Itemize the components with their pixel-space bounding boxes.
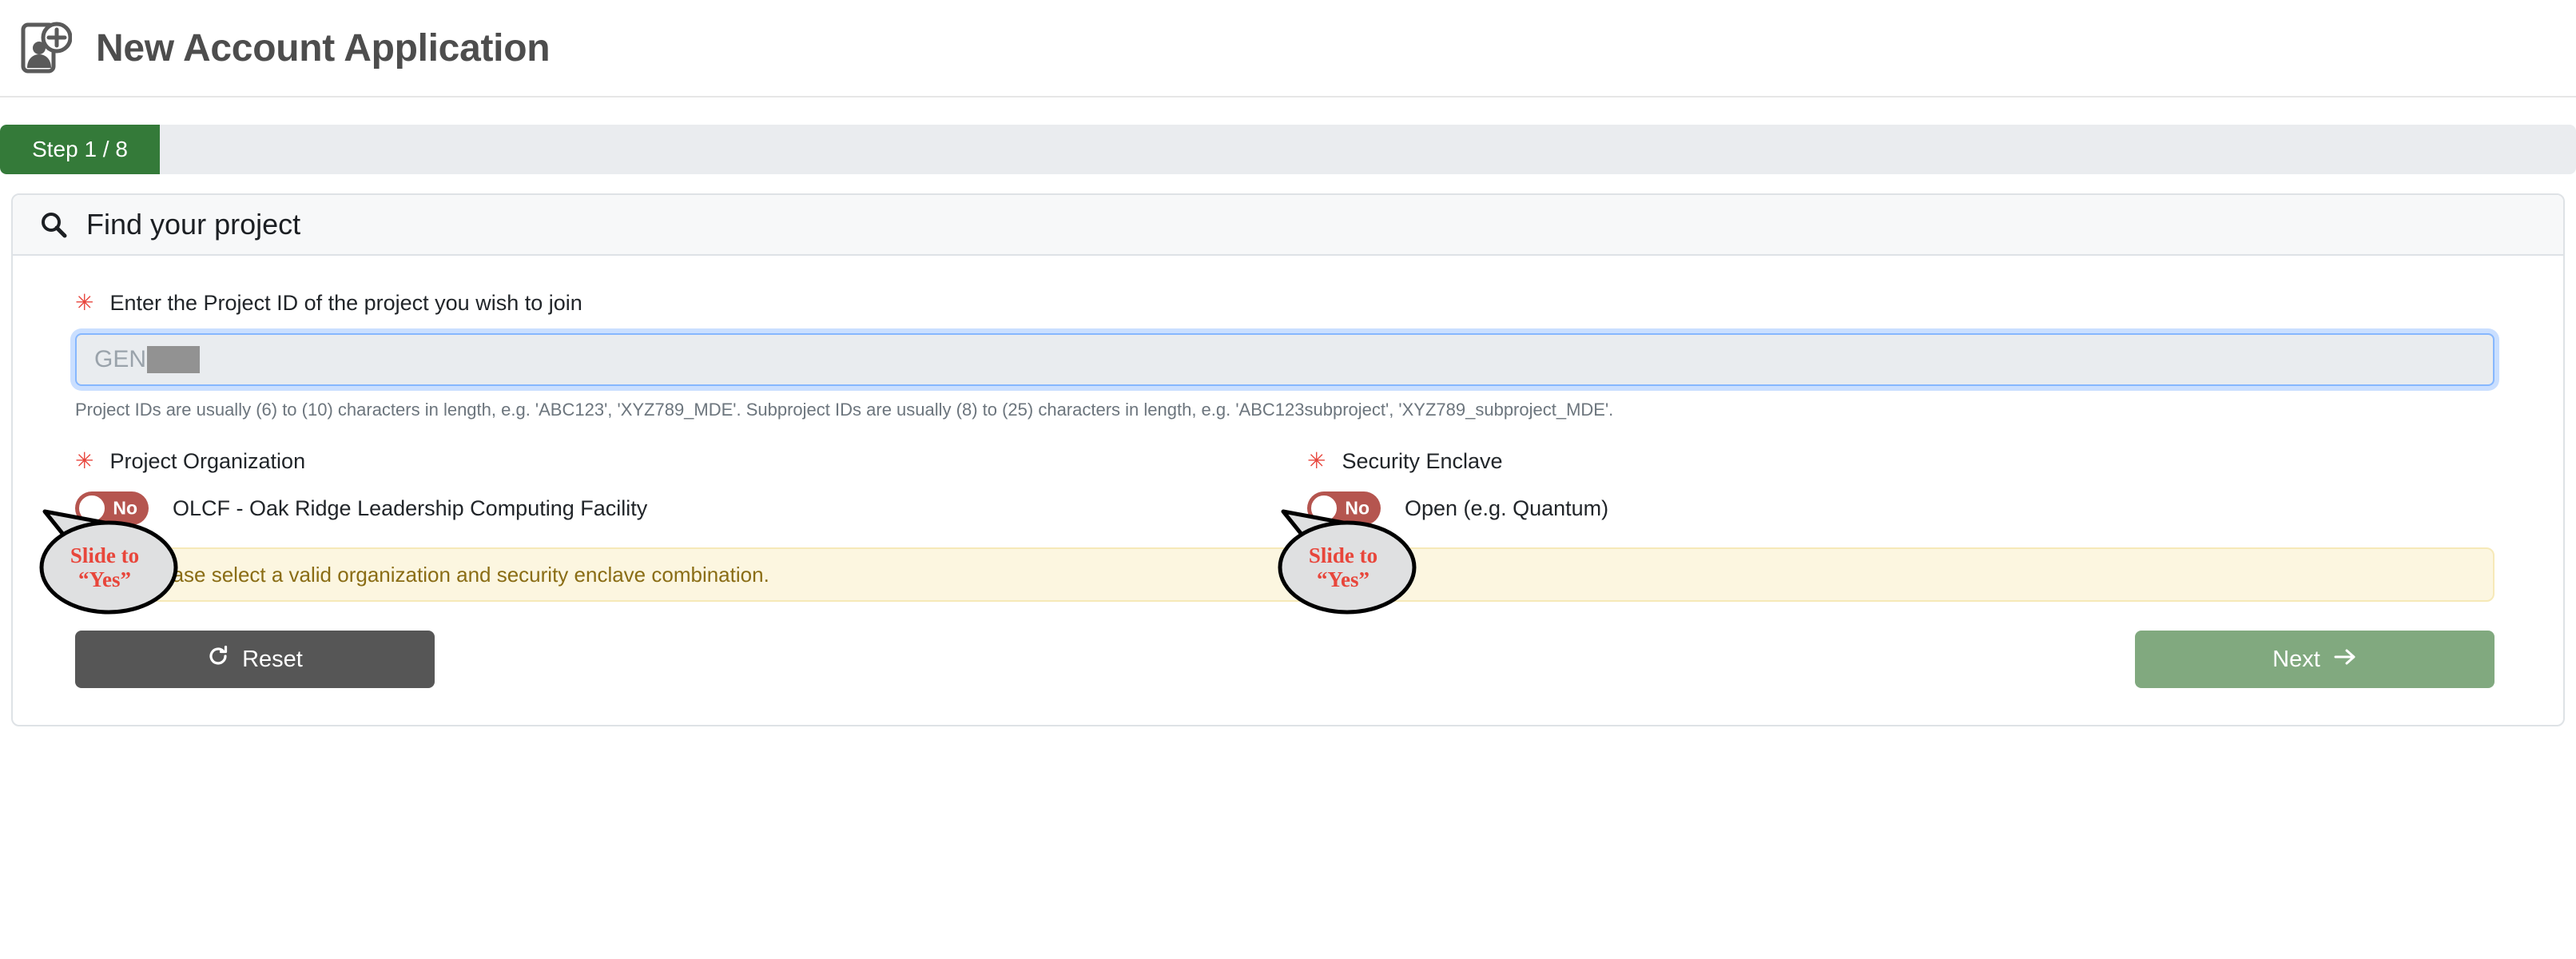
toggle-columns: ✳ Project Organization No OLCF - Oak Rid…	[75, 449, 2501, 525]
enclave-toggle[interactable]: No	[1307, 491, 1381, 525]
enclave-caption: Open (e.g. Quantum)	[1405, 496, 1608, 521]
arrow-right-icon	[2333, 647, 2357, 673]
required-asterisk-icon: ✳	[75, 292, 93, 314]
reset-button-label: Reset	[242, 647, 303, 673]
next-button-label: Next	[2272, 647, 2320, 673]
validation-alert-text: Please select a valid organization and s…	[142, 563, 769, 587]
required-asterisk-icon: ✳	[75, 450, 93, 472]
project-id-label: Enter the Project ID of the project you …	[109, 291, 582, 316]
project-id-label-row: ✳ Enter the Project ID of the project yo…	[75, 291, 2501, 316]
organization-label: Project Organization	[109, 449, 305, 474]
step-progress-label: Step 1 / 8	[32, 137, 128, 162]
find-project-card: Find your project ✳ Enter the Project ID…	[11, 193, 2565, 726]
search-icon	[40, 211, 67, 238]
organization-label-row: ✳ Project Organization	[75, 449, 1269, 474]
organization-column: ✳ Project Organization No OLCF - Oak Rid…	[75, 449, 1269, 525]
organization-toggle[interactable]: No	[75, 491, 149, 525]
card-header-title: Find your project	[86, 208, 300, 241]
form-actions: Reset Next	[75, 631, 2495, 688]
toggle-knob	[78, 494, 106, 523]
step-progress-fill: Step 1 / 8	[0, 125, 160, 174]
project-id-help-text: Project IDs are usually (6) to (10) char…	[75, 400, 2501, 420]
organization-toggle-row: No OLCF - Oak Ridge Leadership Computing…	[75, 491, 1269, 525]
card-body: ✳ Enter the Project ID of the project yo…	[13, 256, 2563, 725]
warning-triangle-icon	[94, 562, 121, 587]
page-title: New Account Application	[96, 26, 550, 70]
organization-caption: OLCF - Oak Ridge Leadership Computing Fa…	[173, 496, 647, 521]
enclave-toggle-state: No	[1345, 498, 1369, 519]
new-account-icon	[21, 22, 72, 74]
next-button[interactable]: Next	[2135, 631, 2495, 688]
project-id-input[interactable]: GEN	[75, 333, 2495, 386]
required-asterisk-icon: ✳	[1307, 450, 1326, 472]
enclave-label: Security Enclave	[1342, 449, 1502, 474]
refresh-icon	[207, 645, 229, 674]
toggle-knob	[1310, 494, 1338, 523]
app-header: New Account Application	[0, 0, 2576, 97]
reset-button[interactable]: Reset	[75, 631, 435, 688]
project-id-input-value: GEN	[94, 346, 146, 373]
enclave-column: ✳ Security Enclave No Open (e.g. Quantum…	[1307, 449, 2501, 525]
enclave-label-row: ✳ Security Enclave	[1307, 449, 2501, 474]
enclave-toggle-row: No Open (e.g. Quantum)	[1307, 491, 2501, 525]
card-header: Find your project	[13, 195, 2563, 256]
organization-toggle-state: No	[113, 498, 137, 519]
step-progress-bar: Step 1 / 8	[0, 125, 2576, 174]
validation-alert: Please select a valid organization and s…	[75, 547, 2495, 602]
redaction-block	[147, 346, 200, 373]
